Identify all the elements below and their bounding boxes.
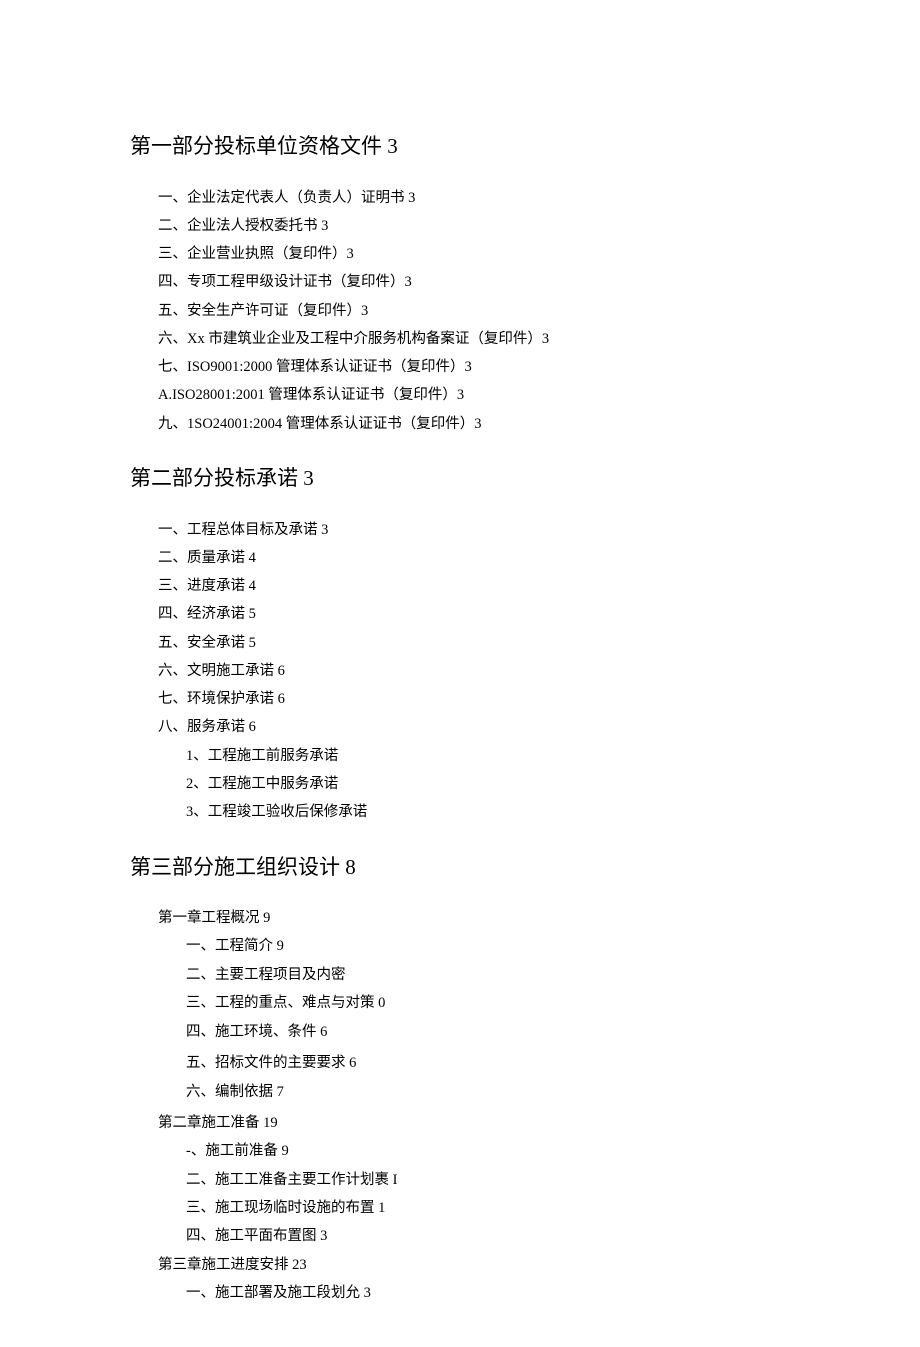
toc-item: 六、文明施工承诺 6 xyxy=(130,657,790,685)
toc-item: 六、编制依据 7 xyxy=(130,1077,790,1109)
toc-item: 一、施工部署及施工段划允 3 xyxy=(130,1279,790,1307)
toc-item: A.ISO28001:2001 管理体系认证证书（复印件）3 xyxy=(130,381,790,409)
toc-item: 九、1SO24001:2004 管理体系认证证书（复印件）3 xyxy=(130,410,790,438)
toc-item: 二、施工工准备主要工作计划裹 I xyxy=(130,1166,790,1194)
toc-item: -、施工前准备 9 xyxy=(130,1137,790,1165)
toc-item: 第三章施工进度安排 23 xyxy=(130,1251,790,1279)
toc-item: 1、工程施工前服务承诺 xyxy=(130,742,790,770)
section-heading: 第二部分投标承诺 3 xyxy=(130,462,790,496)
toc-item: 第一章工程概况 9 xyxy=(130,904,790,932)
toc-item: 三、工程的重点、难点与对策 0 xyxy=(130,989,790,1017)
toc-item: 三、进度承诺 4 xyxy=(130,572,790,600)
toc-item: 一、企业法定代表人（负责人）证明书 3 xyxy=(130,184,790,212)
toc-item: 第二章施工准备 19 xyxy=(130,1109,790,1137)
toc-item: 2、工程施工中服务承诺 xyxy=(130,770,790,798)
section-heading: 第三部分施工组织设计 8 xyxy=(130,851,790,885)
toc-item: 3、工程竣工验收后保修承诺 xyxy=(130,798,790,826)
document-content: 第一部分投标单位资格文件 3 一、企业法定代表人（负责人）证明书 3二、企业法人授… xyxy=(130,130,790,1307)
toc-item: 二、质量承诺 4 xyxy=(130,544,790,572)
toc-item: 五、安全生产许可证（复印件）3 xyxy=(130,297,790,325)
section-heading: 第一部分投标单位资格文件 3 xyxy=(130,130,790,164)
toc-item: 八、服务承诺 6 xyxy=(130,713,790,741)
toc-item: 五、招标文件的主要要求 6 xyxy=(130,1049,790,1077)
toc-item: 三、企业营业执照（复印件）3 xyxy=(130,240,790,268)
toc-item: 三、施工现场临时设施的布置 1 xyxy=(130,1194,790,1222)
toc-item: 一、工程简介 9 xyxy=(130,932,790,960)
toc-item: 二、企业法人授权委托书 3 xyxy=(130,212,790,240)
toc-item: 二、主要工程项目及内密 xyxy=(130,961,790,989)
toc-item: 一、工程总体目标及承诺 3 xyxy=(130,516,790,544)
toc-item: 七、环境保护承诺 6 xyxy=(130,685,790,713)
toc-item: 五、安全承诺 5 xyxy=(130,629,790,657)
toc-item: 七、ISO9001:2000 管理体系认证证书（复印件）3 xyxy=(130,353,790,381)
toc-item: 四、经济承诺 5 xyxy=(130,600,790,628)
toc-item: 六、Xx 市建筑业企业及工程中介服务机构备案证（复印件）3 xyxy=(130,325,790,353)
toc-item: 四、专项工程甲级设计证书（复印件）3 xyxy=(130,268,790,296)
toc-item: 四、施工平面布置图 3 xyxy=(130,1222,790,1250)
toc-item: 四、施工环境、条件 6 xyxy=(130,1017,790,1049)
